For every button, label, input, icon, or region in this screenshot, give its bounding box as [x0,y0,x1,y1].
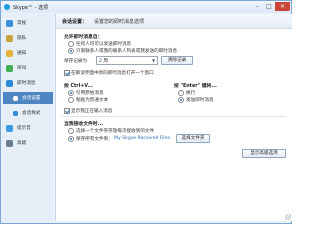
save-all-files-radio[interactable] [68,136,74,142]
show-typing-label: 显示我正在输入消息 [71,109,113,114]
ctrl-v-quote-label: 引用原始消息 [76,91,104,96]
advanced-icon [6,140,13,147]
panel-header: 会话设置： 设置您的即时消息选项 [56,14,292,29]
save-all-files-label: 保存所有文件到： [76,137,113,142]
open-new-window-label: 在聊谈界面中新的即时消息打开一个窗口 [71,71,154,76]
enter-title: 按 "Enter" 键将... [174,84,217,89]
sidebar-item-label: 高级 [17,141,27,146]
received-files-folder-link[interactable]: My Skype Received Files [114,136,170,141]
notifications-icon [6,50,13,57]
history-select-value: 2 周 [99,59,108,64]
sidebar-item-general[interactable]: 常规 [3,17,53,29]
sidebar-item-im[interactable]: 即时消息 [3,77,53,89]
show-typing-checkbox[interactable] [64,108,70,114]
clear-history-button[interactable]: 清除记录 [161,56,193,65]
page-title: 会话设置： [62,19,88,25]
sidebar-item-calls[interactable]: 呼叫 [3,62,53,74]
choose-folder-each-time-label: 选择一个文件夹存放每次接收到的文件 [76,129,155,134]
sidebar-item-label: 常规 [17,21,27,26]
allow-contacts-label: 只限联系人或我的联系人列表或我发送的即时消息 [76,49,178,54]
enter-send-label: 发送即时消息 [186,98,214,103]
show-advanced-button[interactable]: 显示高级选项 [242,149,286,158]
close-button[interactable]: ✕ [275,2,290,11]
enter-send-radio[interactable] [178,97,184,103]
sidebar-item-label: 呼叫 [17,66,27,71]
allow-contacts-radio[interactable] [68,48,74,54]
allow-anyone-radio[interactable] [68,41,74,47]
im-settings-icon [13,96,18,101]
resize-grip[interactable] [285,214,291,220]
sidebar-item-im-style[interactable]: 会话样式 [3,107,53,119]
history-select[interactable]: 2 周 ▼ [96,56,158,65]
allow-im-title: 允许即时消息自： [64,35,103,40]
section-divider [62,116,286,117]
window-title: Skype™ - 选项 [13,5,49,11]
sidebar-item-label: 会话设置 [22,96,41,101]
maximize-button[interactable]: □ [263,2,275,11]
sidebar-item-im-settings[interactable]: 会话设置 [3,92,53,104]
im-icon [6,80,13,87]
allow-anyone-label: 任何人均可以发送即时消息 [76,42,132,47]
sidebar-item-label: 提示音 [17,126,31,131]
open-new-window-checkbox[interactable] [64,70,70,76]
skype-logo-icon [4,4,10,10]
file-receive-title: 当我接收文件时... [64,122,104,127]
ctrl-v-quote-radio[interactable] [68,90,74,96]
minimize-button[interactable]: – [251,2,263,11]
im-style-icon [13,111,18,116]
choose-folder-each-time-radio[interactable] [68,128,74,134]
ctrl-v-plain-radio[interactable] [68,97,74,103]
sidebar-item-label: 会话样式 [22,111,41,116]
sidebar-item-label: 通知 [17,51,27,56]
sounds-icon [6,125,13,132]
enter-newline-radio[interactable] [178,90,184,96]
sidebar-item-label: 隐私 [17,36,27,41]
sidebar-item-notifications[interactable]: 通知 [3,47,53,59]
sidebar-item-privacy[interactable]: 隐私 [3,32,53,44]
title-bar: Skype™ - 选项 – □ ✕ [1,1,291,13]
sidebar-item-sounds[interactable]: 提示音 [3,122,53,134]
options-sidebar: 常规 隐私 通知 呼叫 即时消息 会话设置 会话样式 提示音 高级 [2,14,54,222]
history-label: 保存记录为 [64,59,87,64]
choose-folder-button[interactable]: 选择文件夹 [176,134,210,143]
page-subtitle: 设置您的即时消息选项 [94,19,145,25]
sidebar-item-label: 即时消息 [17,81,36,86]
settings-panel: 会话设置： 设置您的即时消息选项 允许即时消息自： 任何人均可以发送即时消息 只… [55,14,292,221]
calls-icon [6,65,13,72]
enter-newline-label: 换行 [186,91,196,96]
general-icon [6,20,13,27]
sidebar-item-advanced[interactable]: 高级 [3,137,53,149]
chevron-down-icon: ▼ [151,58,156,63]
options-window: Skype™ - 选项 – □ ✕ 常规 隐私 通知 呼叫 即时消息 会话设置 [0,0,292,224]
privacy-icon [6,35,13,42]
ctrl-v-plain-label: 粘贴为普通文本 [76,98,109,103]
ctrl-v-title: 按 Ctrl+V... [64,84,93,89]
